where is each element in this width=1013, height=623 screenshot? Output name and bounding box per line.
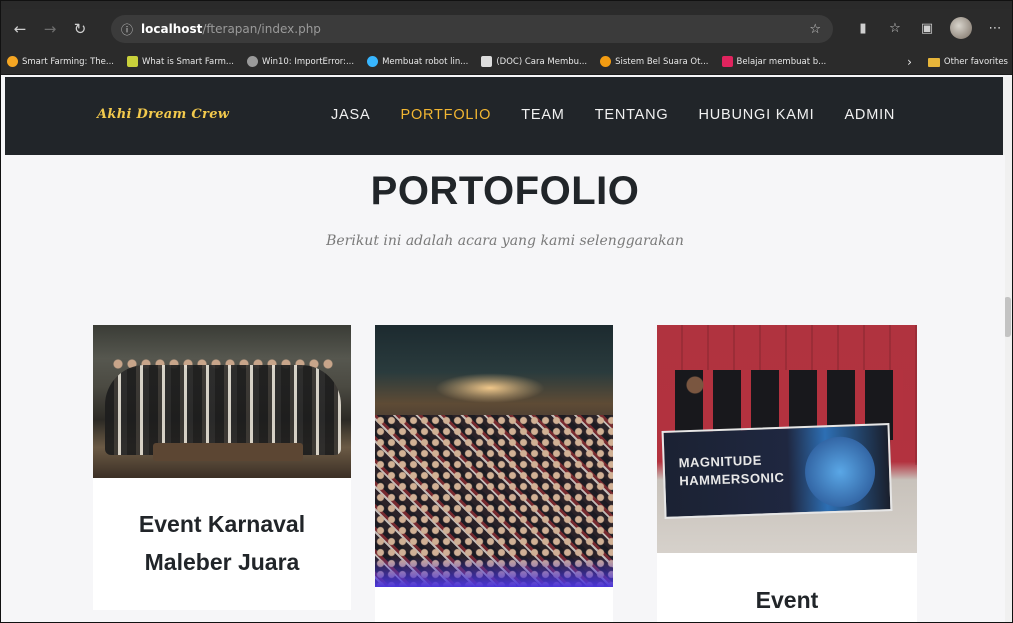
bookmark-item[interactable]: What is Smart Farm... (126, 56, 234, 67)
browser-toolbar: ← → ↻ ⓘ localhost /fterapan/index.php ☆ … (1, 9, 1012, 49)
main-menu: JASA PORTFOLIO TEAM TENTANG HUBUNGI KAMI… (331, 107, 925, 123)
browser-window: ← → ↻ ⓘ localhost /fterapan/index.php ☆ … (0, 0, 1013, 623)
photo-detail (105, 365, 341, 455)
bookmarks-bar: Smart Farming: The... What is Smart Farm… (1, 49, 1012, 75)
banner-text-line: HAMMERSONIC (679, 469, 785, 489)
menu-item-tentang[interactable]: TENTANG (595, 107, 669, 123)
bookmark-favicon-icon (600, 56, 612, 67)
portfolio-photo (93, 325, 351, 478)
menu-item-hubungi-kami[interactable]: HUBUNGI KAMI (699, 107, 815, 123)
scrollbar-thumb[interactable] (1004, 297, 1011, 337)
portfolio-section: PORTOFOLIO Berikut ini adalah acara yang… (5, 155, 1005, 622)
menu-item-admin[interactable]: ADMIN (844, 107, 895, 123)
card-title-line: Event Karnaval (138, 511, 306, 537)
bookmark-item[interactable]: Win10: ImportError:... (246, 56, 354, 67)
portfolio-card[interactable]: MAGNITUDE HAMMERSONIC Event (657, 325, 917, 622)
favorites-icon[interactable]: ☆ (886, 19, 904, 37)
toolbar-icons: ▮ ☆ ▣ ⋯ (854, 17, 1004, 39)
menu-item-jasa[interactable]: JASA (331, 107, 370, 123)
extension-icon[interactable]: ▮ (854, 19, 872, 37)
academia-icon (481, 56, 493, 67)
bookmark-item[interactable]: Sistem Bel Suara Ot... (600, 56, 709, 67)
photo-detail (803, 435, 877, 508)
address-bar[interactable]: ⓘ localhost /fterapan/index.php ☆ (111, 15, 833, 43)
event-banner: MAGNITUDE HAMMERSONIC (661, 423, 893, 519)
portfolio-photo: MAGNITUDE HAMMERSONIC (657, 325, 917, 553)
chevron-right-icon[interactable]: › (907, 55, 912, 69)
photo-detail (435, 373, 545, 403)
portfolio-card[interactable] (375, 325, 613, 622)
bookmark-favicon-icon (7, 56, 18, 67)
photo-detail (375, 557, 613, 587)
portfolio-card[interactable]: Event Karnaval Maleber Juara (93, 325, 351, 610)
bookmark-favicon-icon (721, 56, 733, 67)
bookmark-item[interactable]: (DOC) Cara Membu... (481, 56, 587, 67)
section-subtitle: Berikut ini adalah acara yang kami selen… (326, 233, 684, 249)
menu-item-team[interactable]: TEAM (521, 107, 564, 123)
forward-icon[interactable]: → (39, 18, 61, 40)
portfolio-photo (375, 325, 613, 587)
other-favorites[interactable]: Other favorites (944, 57, 1008, 67)
collections-icon[interactable]: ▣ (918, 19, 936, 37)
card-title-line: Maleber Juara (144, 549, 300, 575)
bookmark-item[interactable]: Smart Farming: The... (7, 56, 114, 67)
more-menu-icon[interactable]: ⋯ (986, 19, 1004, 37)
bookmark-item[interactable]: Belajar membuat b... (721, 56, 826, 67)
bookmark-favicon-icon (126, 56, 138, 67)
github-icon (246, 56, 258, 67)
bookmark-item[interactable]: Membuat robot lin... (367, 56, 468, 67)
info-icon[interactable]: ⓘ (121, 21, 133, 38)
url-path: /fterapan/index.php (202, 22, 321, 36)
back-icon[interactable]: ← (9, 18, 31, 40)
favorite-star-icon[interactable]: ☆ (809, 22, 821, 37)
bookmark-favicon-icon (367, 56, 379, 67)
folder-icon (927, 57, 940, 67)
site-navbar: Akhi Dream Crew JASA PORTFOLIO TEAM TENT… (5, 77, 1005, 155)
site-logo[interactable]: Akhi Dream Crew (97, 107, 229, 122)
refresh-icon[interactable]: ↻ (69, 18, 91, 40)
url-host: localhost (141, 22, 203, 36)
profile-avatar[interactable] (950, 17, 972, 39)
photo-detail (153, 443, 303, 461)
menu-item-portfolio[interactable]: PORTFOLIO (400, 107, 491, 123)
bookmarks-overflow: › Other favorites (907, 55, 1008, 69)
window-titlebar (1, 1, 1012, 9)
card-title-line: Event (755, 587, 819, 613)
section-title: PORTOFOLIO (370, 169, 640, 213)
banner-text: MAGNITUDE HAMMERSONIC (678, 451, 784, 491)
